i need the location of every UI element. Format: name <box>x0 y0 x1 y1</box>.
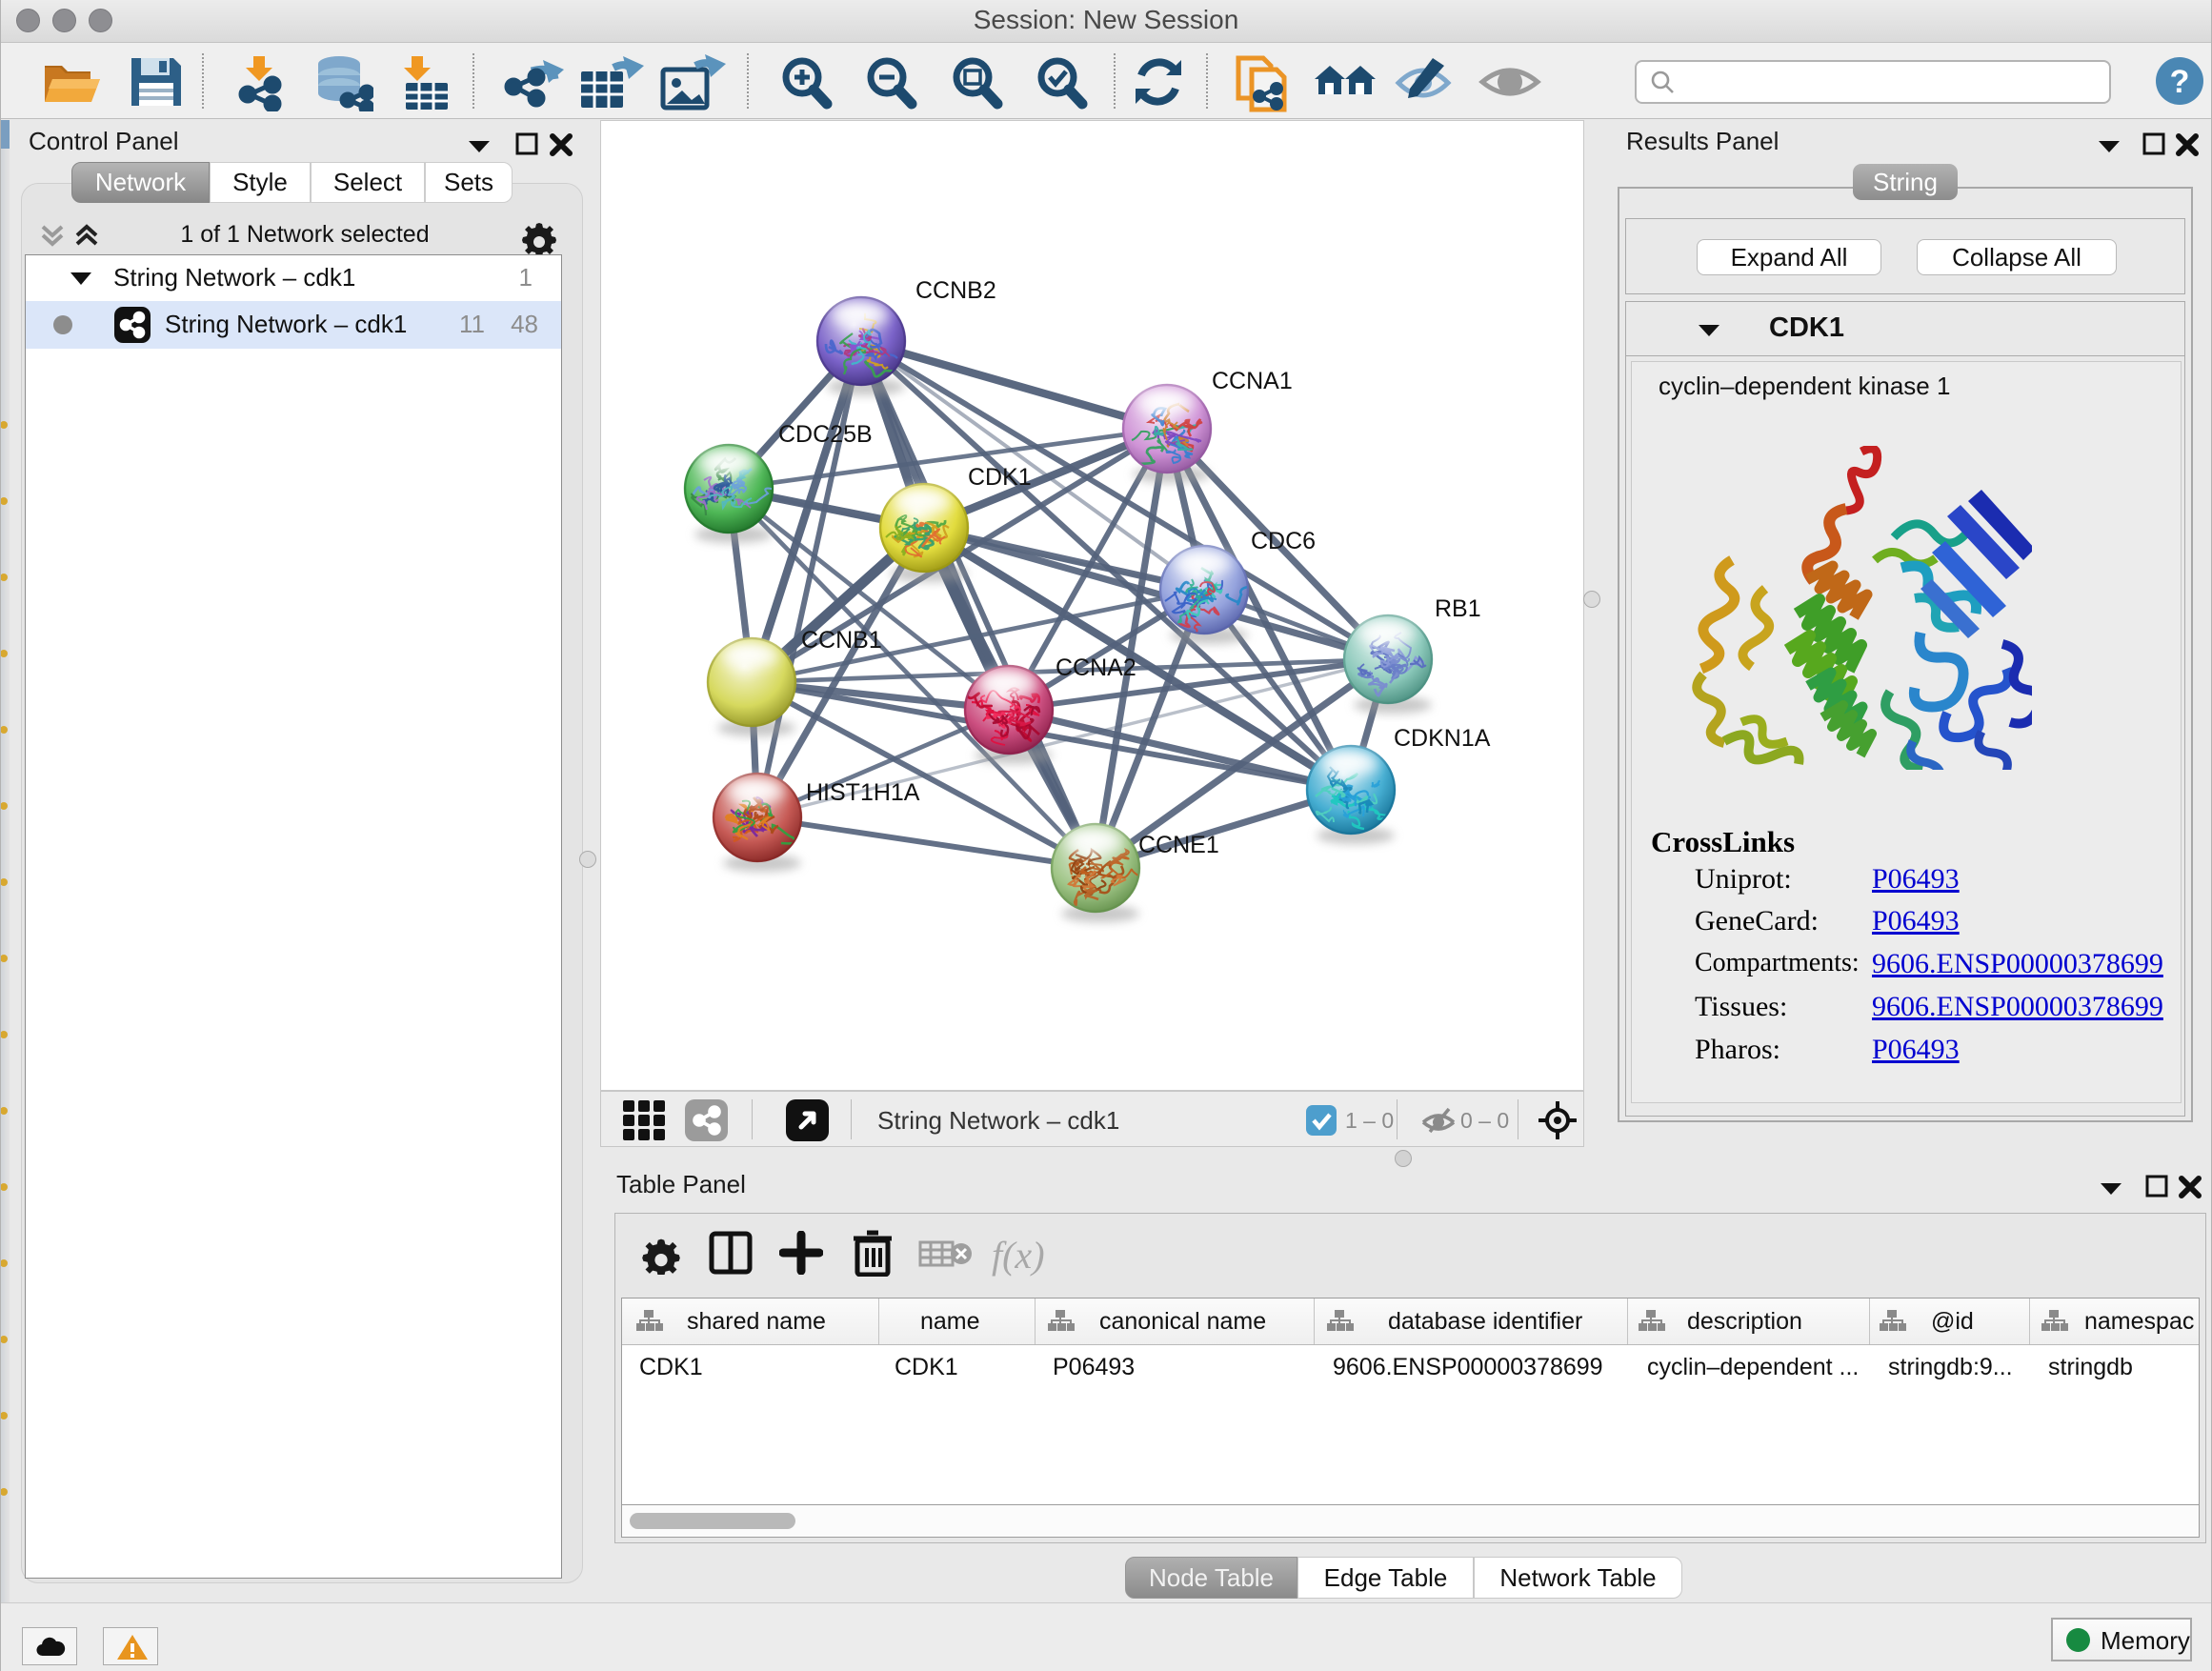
svg-text:CCNE1: CCNE1 <box>1138 832 1219 858</box>
svg-text:CCNA1: CCNA1 <box>1212 368 1293 394</box>
svg-text:CDK1: CDK1 <box>968 464 1032 491</box>
svg-text:?: ? <box>2170 64 2190 100</box>
svg-text:HIST1H1A: HIST1H1A <box>806 779 920 806</box>
svg-text:CDC6: CDC6 <box>1251 528 1316 554</box>
svg-text:RB1: RB1 <box>1435 595 1481 622</box>
svg-text:CDC25B: CDC25B <box>778 421 873 448</box>
svg-text:CCNB1: CCNB1 <box>801 627 882 654</box>
svg-text:CCNA2: CCNA2 <box>1056 654 1136 681</box>
svg-text:CCNB2: CCNB2 <box>915 277 996 304</box>
svg-text:CDKN1A: CDKN1A <box>1394 725 1491 752</box>
